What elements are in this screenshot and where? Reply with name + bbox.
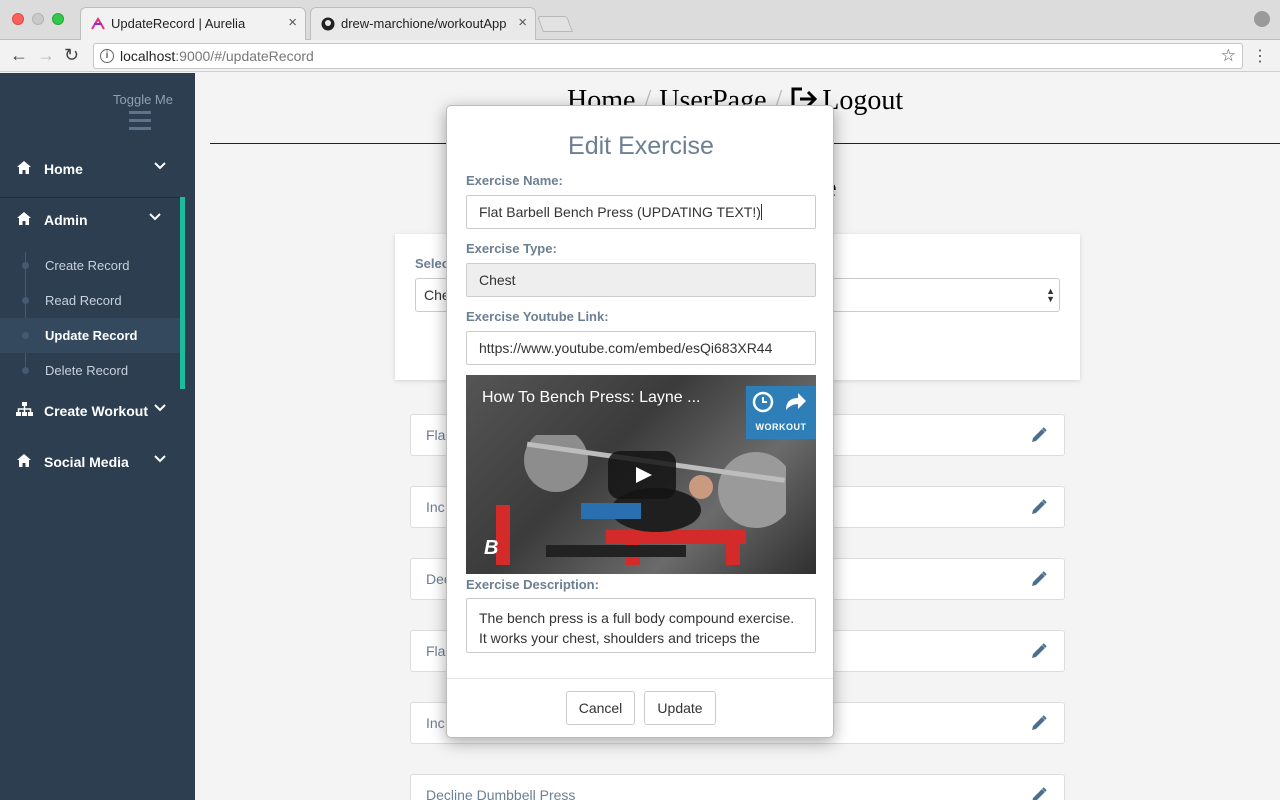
sidebar-subitem-create-record[interactable]: Create Record xyxy=(0,248,180,283)
select-arrows-icon: ▲ ▼ xyxy=(1046,286,1055,304)
input-value: Flat Barbell Bench Press (UPDATING TEXT!… xyxy=(479,204,762,220)
sidebar-subitem-label: Delete Record xyxy=(45,363,129,378)
edit-exercise-modal: Edit Exercise Exercise Name: Flat Barbel… xyxy=(446,105,834,738)
pencil-icon[interactable] xyxy=(1030,786,1048,800)
sitemap-icon xyxy=(16,402,33,418)
browser-tab-bar: UpdateRecord | Aurelia × drew-marchione/… xyxy=(0,0,1280,41)
youtube-link-label: Exercise Youtube Link: xyxy=(466,309,609,324)
window-minimize-button[interactable] xyxy=(32,13,44,25)
text-caret xyxy=(760,204,762,220)
bullet-dot xyxy=(22,367,29,374)
play-icon xyxy=(636,467,652,483)
video-title: How To Bench Press: Layne ... xyxy=(482,389,701,406)
sidebar-item-label: Admin xyxy=(44,212,88,228)
sidebar-subitem-label: Create Record xyxy=(45,258,130,273)
home-icon xyxy=(16,160,32,176)
aurelia-icon xyxy=(91,17,105,30)
sidebar-item-create-workout[interactable]: Create Workout xyxy=(0,388,195,436)
exercise-row[interactable]: Decline Dumbbell Press xyxy=(410,774,1065,800)
exercise-type-label: Exercise Type: xyxy=(466,241,557,256)
bullet-dot xyxy=(22,297,29,304)
exercise-name: Decline Dumbbell Press xyxy=(426,787,576,800)
url-host: localhost xyxy=(120,48,176,64)
bodybuilding-logo: B xyxy=(484,537,499,559)
bookmark-star-icon[interactable]: ☆ xyxy=(1221,46,1236,66)
sidebar-item-label: Create Workout xyxy=(44,403,148,419)
exercise-name-input[interactable]: Flat Barbell Bench Press (UPDATING TEXT!… xyxy=(466,195,816,229)
bullet-dot xyxy=(22,332,29,339)
forward-arrow-icon[interactable]: → xyxy=(37,45,55,66)
modal-footer-divider xyxy=(447,678,833,679)
input-value: https://www.youtube.com/embed/esQi683XR4… xyxy=(479,340,773,356)
tab-close-icon[interactable]: × xyxy=(518,14,527,31)
tab-github[interactable]: drew-marchione/workoutApp × xyxy=(310,7,536,40)
chevron-down-icon xyxy=(154,401,166,415)
exercise-name: Inc xyxy=(426,715,445,731)
tab-close-icon[interactable]: × xyxy=(288,14,297,31)
pencil-icon[interactable] xyxy=(1030,426,1048,444)
info-icon[interactable]: i xyxy=(100,49,114,63)
github-icon xyxy=(321,17,335,31)
exercise-name: Inc xyxy=(426,499,445,515)
profile-icon[interactable] xyxy=(1254,11,1270,27)
window-close-button[interactable] xyxy=(12,13,24,25)
description-textarea[interactable]: The bench press is a full body compound … xyxy=(466,598,816,653)
pencil-icon[interactable] xyxy=(1030,570,1048,588)
reload-icon[interactable]: ↻ xyxy=(64,45,79,66)
tab-title: UpdateRecord | Aurelia xyxy=(111,16,246,31)
sidebar-item-admin[interactable]: Admin xyxy=(0,197,180,245)
tab-title: drew-marchione/workoutApp xyxy=(341,16,507,31)
workout-badge-text: WORKOUT xyxy=(755,422,807,432)
url-path: :9000/#/updateRecord xyxy=(175,48,314,64)
clock-share-icon xyxy=(752,391,806,413)
tab-updaterecord[interactable]: UpdateRecord | Aurelia × xyxy=(80,7,306,41)
cancel-button[interactable]: Cancel xyxy=(566,691,635,725)
sidebar-item-home[interactable]: Home xyxy=(0,146,195,194)
browser-toolbar: ← → ↻ i localhost:9000/#/updateRecord ☆ … xyxy=(0,40,1280,72)
sidebar-item-social-media[interactable]: Social Media xyxy=(0,439,195,487)
sidebar-subitem-update-record[interactable]: Update Record xyxy=(0,318,180,353)
new-tab-button[interactable] xyxy=(537,16,573,32)
select-label: Selec xyxy=(415,256,449,271)
description-label: Exercise Description: xyxy=(466,577,599,592)
sidebar-subitem-read-record[interactable]: Read Record xyxy=(0,283,180,318)
sidebar-subitem-label: Update Record xyxy=(45,328,138,343)
youtube-link-input[interactable]: https://www.youtube.com/embed/esQi683XR4… xyxy=(466,331,816,365)
pencil-icon[interactable] xyxy=(1030,714,1048,732)
play-button[interactable] xyxy=(608,451,676,499)
watch-later-share-overlay[interactable]: WORKOUT xyxy=(746,386,816,439)
exercise-name-label: Exercise Name: xyxy=(466,173,563,188)
address-bar[interactable]: i localhost:9000/#/updateRecord ☆ xyxy=(93,43,1243,69)
browser-menu-icon[interactable]: ⋮ xyxy=(1252,46,1268,66)
hamburger-icon[interactable] xyxy=(129,111,151,135)
pencil-icon[interactable] xyxy=(1030,498,1048,516)
home-icon xyxy=(16,211,32,227)
pencil-icon[interactable] xyxy=(1030,642,1048,660)
bullet-dot xyxy=(22,262,29,269)
modal-title: Edit Exercise xyxy=(568,132,714,160)
exercise-name-value: Flat Barbell Bench Press (UPDATING TEXT!… xyxy=(479,204,761,220)
sidebar: Toggle Me Home Admin Create Record Read … xyxy=(0,73,195,800)
textarea-value: The bench press is a full body compound … xyxy=(479,610,795,646)
chevron-down-icon xyxy=(154,159,166,173)
exercise-name: Fla xyxy=(426,427,446,443)
home-icon xyxy=(16,453,32,469)
window-zoom-button[interactable] xyxy=(52,13,64,25)
toggle-label[interactable]: Toggle Me xyxy=(113,92,173,107)
sidebar-item-label: Social Media xyxy=(44,454,129,470)
url-text[interactable]: localhost:9000/#/updateRecord xyxy=(120,48,314,64)
chevron-down-icon xyxy=(149,210,161,224)
sidebar-subitem-delete-record[interactable]: Delete Record xyxy=(0,353,180,388)
admin-section: Admin Create Record Read Record Update R… xyxy=(0,197,185,389)
sidebar-item-label: Home xyxy=(44,161,83,177)
update-button[interactable]: Update xyxy=(644,691,716,725)
logout-label: Logout xyxy=(822,85,904,116)
sidebar-subitem-label: Read Record xyxy=(45,293,122,308)
back-arrow-icon[interactable]: ← xyxy=(10,45,28,66)
chevron-down-icon xyxy=(154,452,166,466)
exercise-type-input: Chest xyxy=(466,263,816,297)
input-value: Chest xyxy=(479,272,516,288)
youtube-video-embed[interactable]: How To Bench Press: Layne ... WORKOUT B xyxy=(466,375,816,574)
exercise-name: Fla xyxy=(426,643,446,659)
